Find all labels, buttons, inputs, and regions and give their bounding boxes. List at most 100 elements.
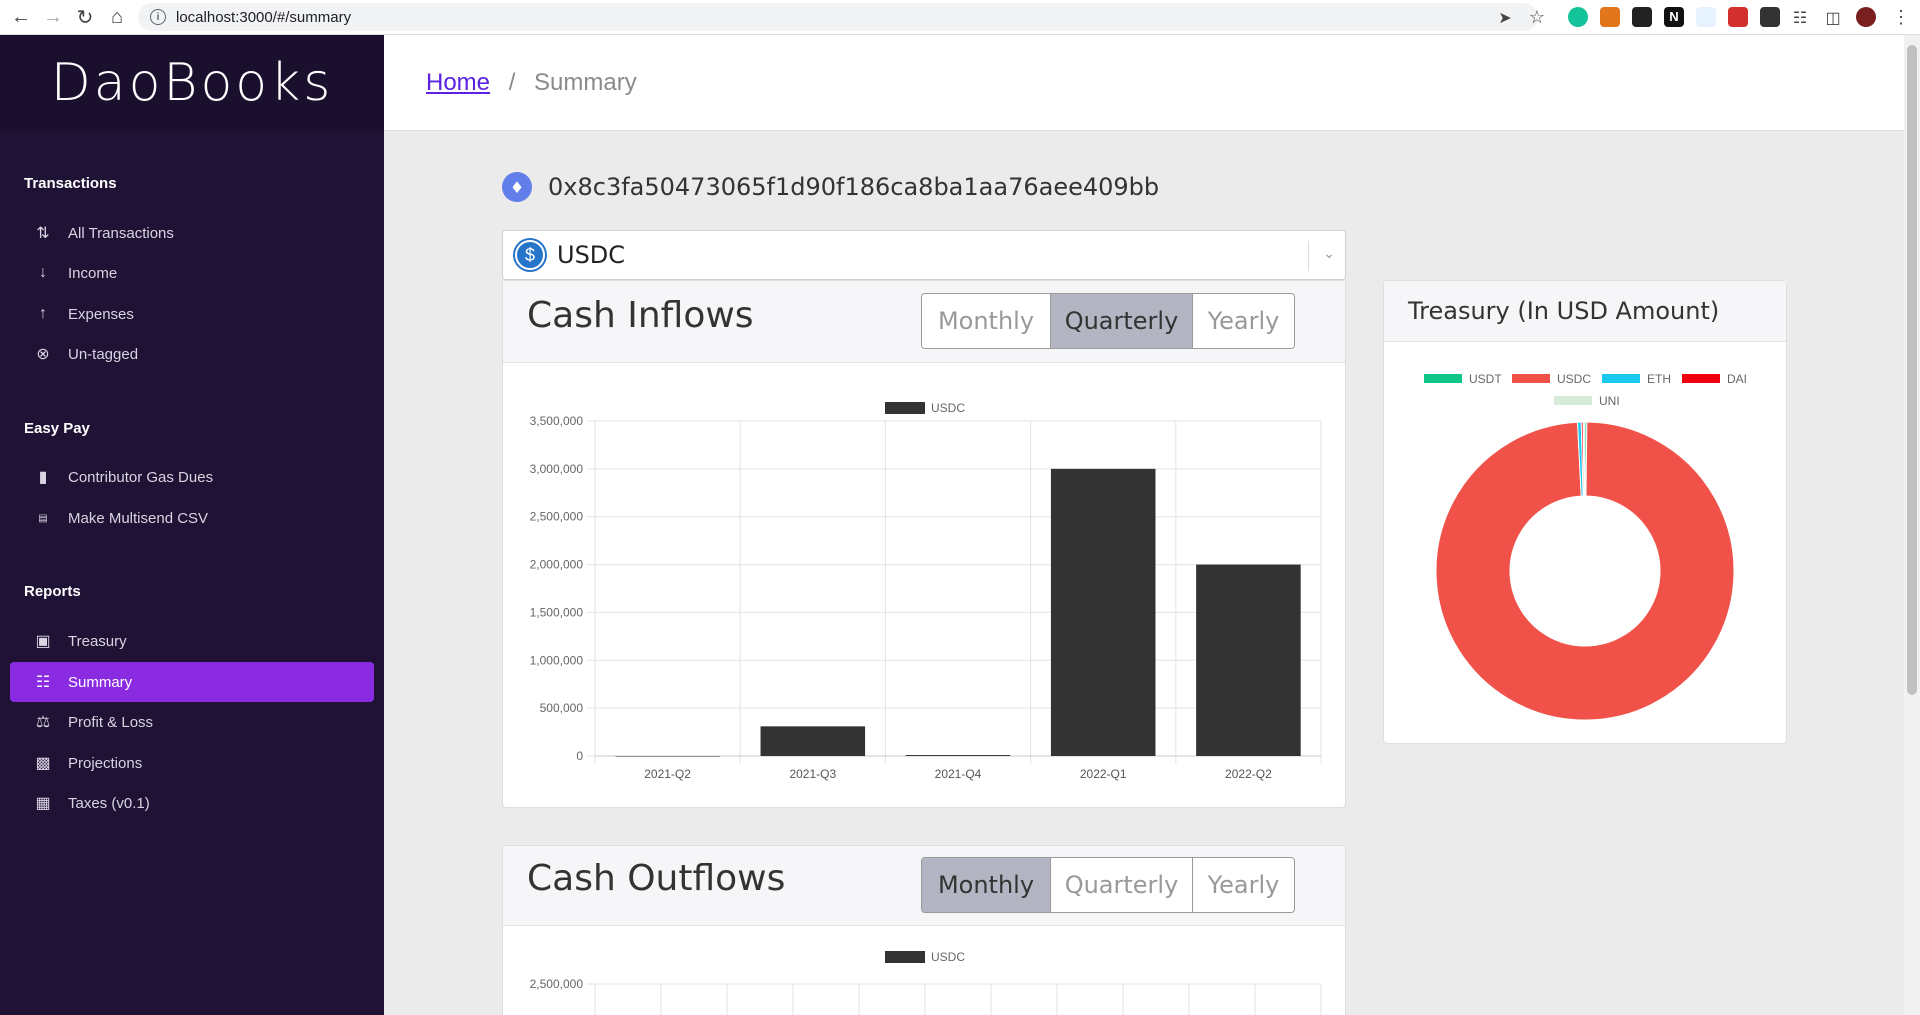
arrow-down-icon: ↓ bbox=[39, 264, 47, 281]
y-tick-label: 2,500,000 bbox=[530, 510, 584, 524]
arrow-up-icon: ↑ bbox=[39, 305, 47, 322]
sidebar-item-expenses[interactable]: ↑ Expenses bbox=[10, 294, 374, 334]
sidebar-item-projections[interactable]: ▩ Projections bbox=[10, 743, 374, 783]
cash-inflows-header: Cash Inflows Monthly Quarterly Yearly bbox=[503, 281, 1345, 363]
inflows-yearly-button[interactable]: Yearly bbox=[1192, 294, 1294, 348]
profit-loss-icon: ⚖ bbox=[35, 714, 51, 731]
outflows-quarterly-button[interactable]: Quarterly bbox=[1050, 858, 1192, 912]
bar-2021-q2 bbox=[615, 756, 720, 757]
extension-icon[interactable] bbox=[1728, 7, 1748, 27]
scrollbar-thumb[interactable] bbox=[1907, 45, 1917, 695]
breadcrumb: Home / Summary bbox=[426, 69, 637, 97]
safe-icon: ▣ bbox=[35, 633, 51, 650]
home-icon[interactable]: ⌂ bbox=[102, 0, 132, 35]
sidebar-item-taxes[interactable]: ▦ Taxes (v0.1) bbox=[10, 783, 374, 823]
bookmark-star-icon[interactable]: ☆ bbox=[1522, 0, 1552, 35]
extension-icon[interactable] bbox=[1696, 7, 1716, 27]
puzzle-extensions-icon[interactable]: ☷ bbox=[1785, 0, 1815, 35]
x-tick-label: 2022-Q1 bbox=[1080, 767, 1127, 781]
page-header: Home / Summary bbox=[384, 35, 1904, 131]
side-panel-icon[interactable]: ◫ bbox=[1818, 0, 1848, 35]
y-tick-label: 1,000,000 bbox=[530, 653, 584, 667]
sidebar-item-make-multisend-csv[interactable]: ▤ Make Multisend CSV bbox=[10, 498, 374, 538]
section-title-easy-pay: Easy Pay bbox=[24, 420, 90, 437]
extension-icon[interactable] bbox=[1632, 7, 1652, 27]
back-icon[interactable]: ← bbox=[6, 0, 36, 35]
sidebar: DaoBooks Transactions ⇅ All Transactions… bbox=[0, 35, 384, 1015]
usdc-icon: $ bbox=[515, 240, 545, 270]
extension-icon[interactable] bbox=[1760, 7, 1780, 27]
legend-item-uni: UNI bbox=[1554, 394, 1620, 408]
legend-label: ETH bbox=[1647, 372, 1671, 386]
outflows-monthly-button[interactable]: Monthly bbox=[922, 858, 1050, 912]
sidebar-item-profit-loss[interactable]: ⚖ Profit & Loss bbox=[10, 702, 374, 742]
sidebar-item-treasury[interactable]: ▣ Treasury bbox=[10, 621, 374, 661]
treasury-header: Treasury (In USD Amount) bbox=[1384, 281, 1786, 342]
legend-label: USDC bbox=[1557, 372, 1591, 386]
cash-outflows-title: Cash Outflows bbox=[527, 858, 786, 899]
brand-logo[interactable]: DaoBooks bbox=[0, 35, 384, 131]
forward-icon[interactable]: → bbox=[38, 0, 68, 35]
token-select[interactable]: $ USDC ⌄ bbox=[502, 230, 1346, 280]
cash-inflows-title: Cash Inflows bbox=[527, 295, 754, 336]
csv-icon: ▤ bbox=[38, 512, 48, 524]
sidebar-item-label: Summary bbox=[68, 673, 133, 691]
metamask-extension-icon[interactable] bbox=[1600, 7, 1620, 27]
sidebar-item-label: Profit & Loss bbox=[68, 713, 154, 731]
sidebar-item-income[interactable]: ↓ Income bbox=[10, 253, 374, 293]
x-tick-label: 2022-Q2 bbox=[1225, 767, 1272, 781]
legend-label: USDT bbox=[1469, 372, 1502, 386]
chevron-down-icon[interactable]: ⌄ bbox=[1323, 245, 1335, 262]
wallet-address-row: ♦ 0x8c3fa50473065f1d90f186ca8ba1aa76aee4… bbox=[502, 172, 1159, 202]
bar-2022-q1 bbox=[1050, 468, 1156, 756]
y-tick-label: 2,500,000 bbox=[530, 977, 584, 991]
cash-outflows-card: Cash Outflows Monthly Quarterly Yearly U… bbox=[502, 845, 1346, 1015]
reload-icon[interactable]: ↻ bbox=[70, 0, 100, 35]
section-title-transactions: Transactions bbox=[24, 175, 117, 192]
send-icon[interactable]: ➤ bbox=[1490, 0, 1520, 35]
bar-2021-q4 bbox=[905, 755, 1011, 756]
y-tick-label: 0 bbox=[576, 749, 583, 763]
legend-swatch bbox=[1554, 396, 1592, 405]
y-tick-label: 3,000,000 bbox=[530, 462, 584, 476]
cash-outflows-chart: USDC 2,500,000 bbox=[530, 950, 1322, 1015]
page-scrollbar[interactable] bbox=[1904, 35, 1920, 1015]
sidebar-item-label: All Transactions bbox=[68, 224, 174, 242]
menu-kebab-icon[interactable]: ⋮ bbox=[1886, 0, 1916, 35]
y-tick-label: 3,500,000 bbox=[530, 414, 584, 428]
sidebar-item-contributor-gas-dues[interactable]: ▮ Contributor Gas Dues bbox=[10, 457, 374, 497]
cash-outflows-header: Cash Outflows Monthly Quarterly Yearly bbox=[503, 846, 1345, 926]
sidebar-item-label: Taxes (v0.1) bbox=[68, 794, 150, 812]
address-bar[interactable]: i localhost:3000/#/summary bbox=[138, 3, 1538, 31]
section-title-reports: Reports bbox=[24, 583, 81, 600]
sidebar-item-untagged[interactable]: ⊗ Un-tagged bbox=[10, 334, 374, 374]
sidebar-item-label: Treasury bbox=[68, 632, 127, 650]
token-select-value: USDC bbox=[557, 241, 626, 269]
cash-inflows-card: Cash Inflows Monthly Quarterly Yearly US… bbox=[502, 280, 1346, 808]
arrows-updown-icon: ⇅ bbox=[36, 225, 50, 242]
legend-label-usdc: USDC bbox=[931, 401, 965, 415]
chart-legend: USDC bbox=[885, 401, 965, 415]
inflows-quarterly-button[interactable]: Quarterly bbox=[1050, 294, 1192, 348]
legend-swatch-usdc bbox=[885, 402, 925, 414]
sidebar-item-all-transactions[interactable]: ⇅ All Transactions bbox=[10, 213, 374, 253]
legend-swatch bbox=[1512, 374, 1550, 383]
sidebar-item-label: Make Multisend CSV bbox=[68, 509, 209, 527]
legend-swatch bbox=[1602, 374, 1640, 383]
gas-icon: ▮ bbox=[38, 469, 48, 486]
inflows-monthly-button[interactable]: Monthly bbox=[922, 294, 1050, 348]
sidebar-item-summary[interactable]: ☷ Summary bbox=[10, 662, 374, 702]
grammarly-extension-icon[interactable] bbox=[1568, 7, 1588, 27]
x-tick-label: 2021-Q4 bbox=[935, 767, 982, 781]
site-info-icon[interactable]: i bbox=[150, 9, 166, 25]
legend-label: DAI bbox=[1727, 372, 1747, 386]
bar-2021-q3 bbox=[760, 726, 866, 756]
treasury-card: Treasury (In USD Amount) USDT USDC ETH DAI U… bbox=[1383, 280, 1787, 744]
profile-avatar[interactable] bbox=[1856, 7, 1876, 27]
breadcrumb-home-link[interactable]: Home bbox=[426, 69, 490, 96]
outflows-yearly-button[interactable]: Yearly bbox=[1192, 858, 1294, 912]
url-text: localhost:3000/#/summary bbox=[176, 8, 352, 26]
sidebar-item-label: Projections bbox=[68, 754, 143, 772]
legend-label: UNI bbox=[1599, 394, 1620, 408]
notion-extension-icon[interactable]: N bbox=[1664, 7, 1684, 27]
